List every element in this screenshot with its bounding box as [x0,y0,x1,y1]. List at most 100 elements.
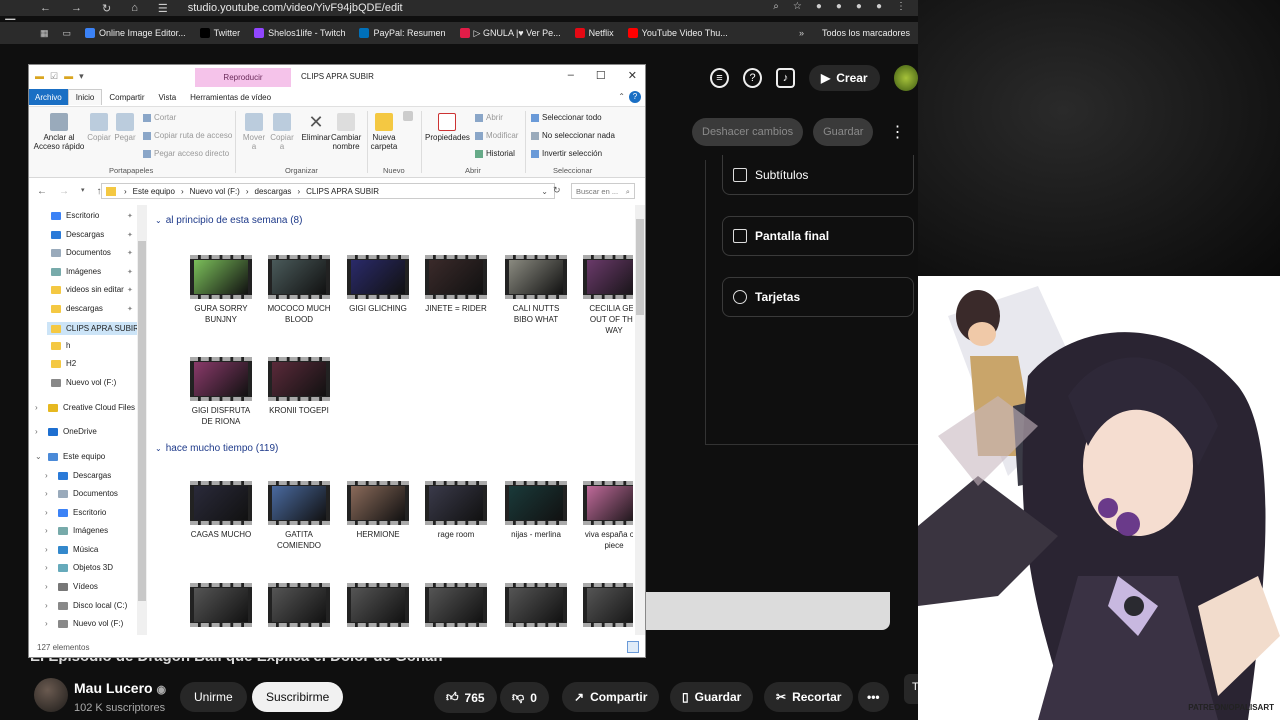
nav-item[interactable]: videos sin editar [51,285,124,294]
video-file-item[interactable]: HERMIONE [346,481,410,540]
video-file-item[interactable]: rage room [424,481,488,540]
card-end-screen[interactable]: Pantalla final [722,216,914,256]
breadcrumb[interactable]: › Este equipo › Nuevo vol (F:) › descarg… [101,183,555,199]
crumb[interactable]: Nuevo vol (F:) [190,187,240,196]
star-icon[interactable]: ☆ [793,1,802,12]
paste-shortcut-button[interactable]: Pegar acceso directo [143,149,229,158]
details-view-icon[interactable] [627,641,639,653]
tab-video-tools[interactable]: Herramientas de vídeo [183,89,278,105]
subscribe-button[interactable]: Suscribirme [252,682,344,712]
chevron-right-icon[interactable]: › [45,563,53,572]
bookmark-item[interactable]: Twitter [199,28,240,39]
nav-item[interactable]: › Nuevo vol (F:) [45,619,123,628]
nav-item[interactable]: › Creative Cloud Files [35,403,135,412]
url-text[interactable]: studio.youtube.com/video/YivF94jbQDE/edi… [188,2,403,14]
rename-button[interactable]: Cambiar nombre [331,113,361,151]
nav-item[interactable]: H2 [51,359,76,368]
bell-icon[interactable]: ♪ [776,68,795,88]
chevron-right-icon[interactable]: › [45,526,53,535]
nav-item[interactable]: CLIPS APRA SUBIR [47,322,143,335]
clip-button[interactable]: ✂ Recortar [764,682,854,712]
invert-selection-button[interactable]: Invertir selección [531,149,602,158]
chevron-right-icon[interactable]: › [45,508,53,517]
video-file-item[interactable] [267,583,331,631]
group-header-long-ago[interactable]: ⌄ hace mucho tiempo (119) [155,443,278,454]
new-folder-button[interactable]: Nueva carpeta [369,113,399,151]
join-button[interactable]: Unirme [180,682,247,712]
dislike-button[interactable]: 👎︎ 0 [500,682,549,713]
context-tab-play[interactable]: Reproducir [195,68,291,87]
back-icon[interactable]: ← [37,186,47,197]
bookmark-item[interactable]: ▷ GNULA |♥ Ver Pe... [459,28,561,39]
nav-scrollbar[interactable] [137,205,147,635]
move-to-button[interactable]: Mover a [241,113,267,151]
video-file-item[interactable] [189,583,253,631]
channel-avatar[interactable] [34,678,68,712]
bookmark-item[interactable]: Shelos1life - Twitch [254,28,345,39]
nav-item[interactable]: › Escritorio [45,508,106,517]
video-file-item[interactable]: CAGAS MUCHO [189,481,253,540]
video-file-item[interactable]: CALI NUTTS BIBO WHAT [504,255,568,325]
nav-item[interactable]: Escritorio [51,211,99,220]
forward-icon[interactable]: → [71,2,82,15]
create-button[interactable]: ▶ Crear [809,65,880,91]
chevron-right-icon[interactable]: › [45,619,53,628]
video-file-item[interactable]: MOCOCO MUCH BLOOD [267,255,331,325]
refresh-icon[interactable]: ↻ [553,185,561,196]
chevron-right-icon[interactable]: » [799,28,804,38]
nav-item[interactable]: Descargas [51,230,104,239]
close-icon[interactable]: ✕ [628,69,637,82]
nav-item[interactable]: › Disco local (C:) [45,601,127,610]
search-input[interactable]: Buscar en ... ⌕ [571,183,635,199]
tab-view[interactable]: Vista [152,89,184,105]
chevron-right-icon[interactable]: › [45,545,53,554]
group-header-this-week[interactable]: ⌄ al principio de esta semana (8) [155,215,302,226]
nav-item[interactable]: › Imágenes [45,526,108,535]
properties-button[interactable]: Propiedades [425,113,470,142]
share-button[interactable]: ↗ Compartir [562,682,660,712]
back-icon[interactable]: ← [40,2,51,15]
nav-item[interactable]: Imágenes [51,267,101,276]
save-button[interactable]: Guardar [813,118,874,146]
video-file-item[interactable]: GIGI DISFRUTA DE RIONA [189,357,253,427]
modify-button[interactable]: Modificar [475,131,518,140]
select-none-button[interactable]: No seleccionar nada [531,131,615,140]
bookmark-item[interactable]: PayPal: Resumen [359,28,446,39]
chevron-right-icon[interactable]: › [45,582,53,591]
new-folder-icon[interactable]: ▬ [64,71,73,82]
nav-item[interactable]: h [51,341,70,350]
new-item-icon[interactable] [401,111,415,123]
nav-item[interactable]: › Objetos 3D [45,563,113,572]
zoom-icon[interactable]: ⌕ [773,1,779,12]
folder-icon[interactable]: ▬ [35,71,44,82]
video-file-item[interactable]: nijas - merlina [504,481,568,540]
site-info-icon[interactable]: ☰ [158,2,168,15]
tab-share[interactable]: Compartir [102,89,151,105]
like-button[interactable]: 👍︎ 765 [434,682,497,713]
copy-path-button[interactable]: Copiar ruta de acceso [143,131,232,140]
crumb[interactable]: CLIPS APRA SUBIR [306,187,379,196]
nav-item[interactable]: ⌄ Este equipo [35,452,105,461]
properties-icon[interactable]: ☑ [50,71,58,82]
pin-quick-access-button[interactable]: Anclar al Acceso rápido [33,113,85,151]
menu-icon[interactable]: ⋮ [896,1,906,12]
nav-item[interactable]: › OneDrive [35,427,97,436]
bookmark-item[interactable]: Netflix [574,28,614,39]
paste-button[interactable]: Pegar [113,113,137,142]
folder-icon[interactable]: ▭ [63,28,72,39]
apps-icon[interactable]: ▦ [40,28,49,39]
extension-icon[interactable]: ● [876,1,882,12]
copy-button[interactable]: Copiar [87,113,111,142]
chevron-down-icon[interactable]: ⌄ [35,452,43,461]
extension-icon[interactable]: ● [836,1,842,12]
chevron-right-icon[interactable]: › [35,403,43,412]
delete-button[interactable]: ✕ Eliminar [301,113,331,142]
more-icon[interactable]: ⋮ [889,122,905,142]
content-scrollbar[interactable] [635,205,645,635]
nav-item[interactable]: descargas [51,304,103,313]
maximize-icon[interactable]: ☐ [596,69,606,82]
more-actions-button[interactable]: ••• [858,682,889,712]
video-file-item[interactable]: viva españa one piece [582,481,633,551]
avatar[interactable] [893,65,918,91]
help-icon[interactable]: ? [629,91,641,103]
